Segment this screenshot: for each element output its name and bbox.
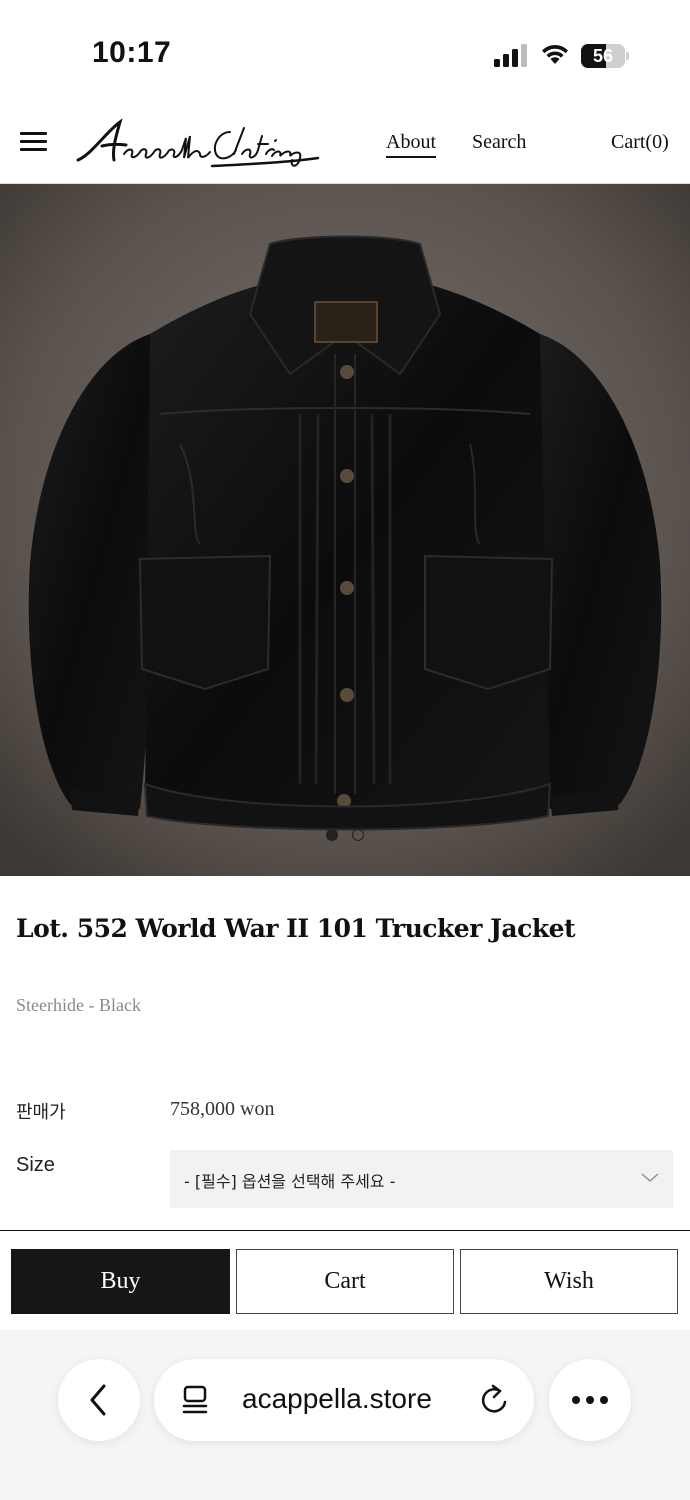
url-text: acappella.store <box>242 1383 432 1414</box>
brand-logo[interactable] <box>72 114 322 174</box>
site-header: About Search Cart(0) <box>0 100 690 184</box>
browser-more-button[interactable] <box>549 1359 631 1441</box>
carousel-dot-2[interactable] <box>352 829 364 841</box>
carousel-dot-1[interactable] <box>326 829 338 841</box>
nav-search-link[interactable]: Search <box>472 131 526 154</box>
carousel-pagination <box>326 829 366 843</box>
wish-button[interactable]: Wish <box>460 1249 678 1314</box>
product-title: Lot. 552 World War II 101 Trucker Jacket <box>16 914 576 943</box>
back-icon <box>90 1384 106 1416</box>
battery-icon: 56 <box>581 44 629 68</box>
size-label: Size <box>16 1154 55 1176</box>
product-subtitle: Steerhide - Black <box>16 995 141 1015</box>
status-bar: 10:17 56 <box>0 0 690 100</box>
battery-level-text: 56 <box>592 46 614 66</box>
reader-icon[interactable] <box>181 1385 209 1415</box>
price-value: 758,000 won <box>170 1098 275 1120</box>
product-image <box>0 184 690 876</box>
hamburger-menu-icon[interactable] <box>20 132 47 152</box>
add-to-cart-button[interactable]: Cart <box>236 1249 454 1314</box>
reload-icon[interactable] <box>479 1384 509 1416</box>
address-bar[interactable]: acappella.store <box>154 1359 534 1441</box>
divider <box>0 1230 690 1231</box>
wifi-icon <box>542 44 568 64</box>
nav-cart-link[interactable]: Cart(0) <box>611 131 669 154</box>
status-time: 10:17 <box>92 36 172 69</box>
size-select[interactable]: - [필수] 옵션을 선택해 주세요 - <box>170 1150 673 1208</box>
signal-icon <box>494 44 527 67</box>
more-icon <box>572 1396 608 1404</box>
chevron-down-icon <box>641 1173 659 1182</box>
browser-back-button[interactable] <box>58 1359 140 1441</box>
price-label: 판매가 <box>16 1102 66 1123</box>
nav-about-link[interactable]: About <box>386 131 436 158</box>
product-image-carousel[interactable] <box>0 184 690 876</box>
buy-button[interactable]: Buy <box>11 1249 230 1314</box>
size-select-placeholder: - [필수] 옵션을 선택해 주세요 - <box>184 1172 396 1191</box>
